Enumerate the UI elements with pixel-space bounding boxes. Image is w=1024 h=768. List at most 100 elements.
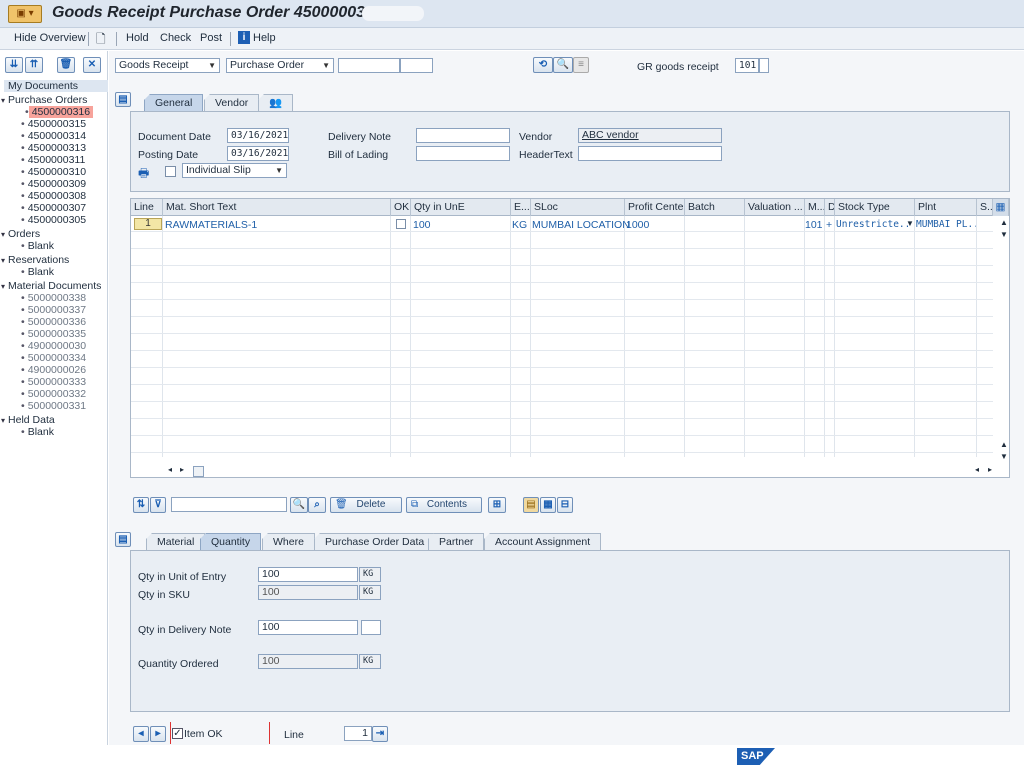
details-icon[interactable]: ▦ [540, 497, 556, 513]
tab-partner-icon[interactable]: 👥 [258, 94, 294, 111]
filter-icon[interactable]: ⊽ [150, 497, 166, 513]
folder-orders[interactable]: Orders [8, 228, 40, 240]
go-to-line-icon[interactable]: ⇥ [372, 726, 388, 742]
tree-item-po[interactable]: 4500000314 [28, 130, 86, 142]
tree-item-matdoc[interactable]: 5000000332 [28, 388, 86, 400]
tab-quantity[interactable]: Quantity [200, 533, 262, 550]
tree-item-po[interactable]: 4500000307 [28, 202, 86, 214]
hold-button[interactable]: Hold [126, 32, 149, 44]
expand-all-icon[interactable]: ⇊ [5, 57, 23, 73]
item-search-input[interactable] [171, 497, 287, 512]
line-number-input[interactable]: 1 [344, 726, 372, 741]
tree-item-po[interactable]: 4500000315 [28, 118, 86, 130]
cell-profit-center[interactable]: 1000 [626, 218, 649, 232]
scroll-down-icon[interactable]: ▼ [1000, 230, 1008, 239]
tree-item-po[interactable]: 4500000310 [28, 166, 86, 178]
scroll-up-icon[interactable]: ▲ [1000, 218, 1008, 227]
scroll-right-icon[interactable]: ▸ [180, 465, 184, 474]
list-icon[interactable]: ≡ [573, 57, 589, 73]
sort-ascending-icon[interactable]: ⇅ [133, 497, 149, 513]
tree-item-matdoc[interactable]: 5000000337 [28, 304, 86, 316]
folder-held-data[interactable]: Held Data [8, 414, 55, 426]
col-debit[interactable]: D [825, 199, 835, 216]
tab-general[interactable]: General [144, 94, 204, 111]
split-icon[interactable]: ⊞ [488, 497, 506, 513]
movement-type-input[interactable]: 101 [735, 58, 759, 73]
col-valuation[interactable]: Valuation ... [745, 199, 805, 216]
row-line-number[interactable]: 1 [134, 218, 162, 230]
tree-item-matdoc[interactable]: 5000000334 [28, 352, 86, 364]
qty-unit-entry-input[interactable]: 100 [258, 567, 358, 582]
tab-partner[interactable]: Partner [428, 533, 485, 550]
delete-button[interactable]: 🗑 Delete [330, 497, 402, 513]
tree-item-matdoc[interactable]: 5000000338 [28, 292, 86, 304]
contents-button[interactable]: ⧉ Contents [406, 497, 482, 513]
cell-sloc[interactable]: MUMBAI LOCATION [532, 218, 630, 232]
help-button[interactable]: Help [253, 32, 276, 44]
tree-item-matdoc[interactable]: 5000000336 [28, 316, 86, 328]
document-date-input[interactable]: 03/16/2021 [227, 128, 289, 143]
movement-type-suffix[interactable] [759, 58, 769, 73]
toggle-detail-icon[interactable]: ▤ [115, 532, 131, 547]
chevron-down-icon[interactable]: ▼ [906, 219, 914, 228]
horizontal-scroll-thumb[interactable] [193, 466, 204, 477]
tab-vendor[interactable]: Vendor [204, 94, 260, 111]
tab-material[interactable]: Material [146, 533, 206, 550]
tree-item-matdoc[interactable]: 4900000026 [28, 364, 86, 376]
folder-icon[interactable]: ▤ [523, 497, 539, 513]
header-text-input[interactable] [578, 146, 722, 161]
reference-document-input[interactable] [338, 58, 400, 73]
col-movement[interactable]: M... [805, 199, 825, 216]
check-button[interactable]: Check [160, 32, 191, 44]
bill-of-lading-input[interactable] [416, 146, 510, 161]
folder-material-documents[interactable]: Material Documents [8, 280, 101, 292]
window-menu-icon[interactable]: ▣ ▾ [8, 5, 42, 23]
hide-overview-button[interactable]: Hide Overview [14, 32, 86, 44]
print-checkbox[interactable] [165, 166, 176, 177]
tree-item-po[interactable]: 4500000311 [28, 154, 86, 166]
scroll-left-icon[interactable]: ◂ [168, 465, 172, 474]
tree-item-matdoc[interactable]: 5000000333 [28, 376, 86, 388]
toggle-header-icon[interactable]: ▤ [115, 92, 131, 107]
col-material[interactable]: Mat. Short Text [163, 199, 391, 216]
find-next-icon[interactable]: ⌕ [308, 497, 326, 513]
tree-item-matdoc[interactable]: 4900000030 [28, 340, 86, 352]
reference-dropdown[interactable]: Purchase Order ▼ [226, 58, 334, 73]
cell-stock-type[interactable]: Unrestricte... [836, 218, 908, 232]
tree-item-po[interactable]: 4500000305 [28, 214, 86, 226]
col-line[interactable]: Line [131, 199, 163, 216]
post-button[interactable]: Post [200, 32, 222, 44]
previous-item-icon[interactable]: ◂ [133, 726, 149, 742]
col-unit[interactable]: E... [511, 199, 531, 216]
tree-item-po[interactable]: 4500000313 [28, 142, 86, 154]
col-plant[interactable]: Plnt [915, 199, 977, 216]
posting-date-input[interactable]: 03/16/2021 [227, 146, 289, 161]
item-ok-checkbox[interactable]: ✓ [172, 728, 183, 739]
reference-item-input[interactable] [400, 58, 433, 73]
folder-purchase-orders[interactable]: Purchase Orders [8, 94, 87, 106]
col-batch[interactable]: Batch [685, 199, 745, 216]
find-icon[interactable]: 🔍 [553, 57, 573, 73]
tab-purchase-order-data[interactable]: Purchase Order Data [314, 533, 436, 550]
collapse-all-icon[interactable]: ⇈ [25, 57, 43, 73]
col-stock-type[interactable]: Stock Type [835, 199, 915, 216]
close-pane-icon[interactable]: ✕ [83, 57, 101, 73]
tree-item-matdoc[interactable]: 5000000331 [28, 400, 86, 412]
delivery-note-input[interactable] [416, 128, 510, 143]
tab-account-assignment[interactable]: Account Assignment [484, 533, 602, 550]
col-sloc[interactable]: SLoc [531, 199, 625, 216]
col-s[interactable]: S... [977, 199, 993, 216]
qty-delivery-note-input[interactable]: 100 [258, 620, 358, 635]
trash-icon[interactable]: 🗑 [57, 57, 75, 73]
cell-qty[interactable]: 100 [413, 218, 431, 232]
tab-where[interactable]: Where [262, 533, 315, 550]
col-ok[interactable]: OK [391, 199, 411, 216]
slip-type-dropdown[interactable]: Individual Slip ▼ [182, 163, 287, 178]
transaction-dropdown[interactable]: Goods Receipt ▼ [115, 58, 220, 73]
tree-item-po[interactable]: 4500000316 [29, 106, 94, 118]
scroll-left-icon[interactable]: ◂ [975, 465, 979, 474]
qty-delivery-note-uom[interactable] [361, 620, 381, 635]
new-document-icon[interactable]: 🗋 [96, 30, 106, 51]
folder-reservations[interactable]: Reservations [8, 254, 69, 266]
document-flow-icon[interactable]: ⊟ [557, 497, 573, 513]
